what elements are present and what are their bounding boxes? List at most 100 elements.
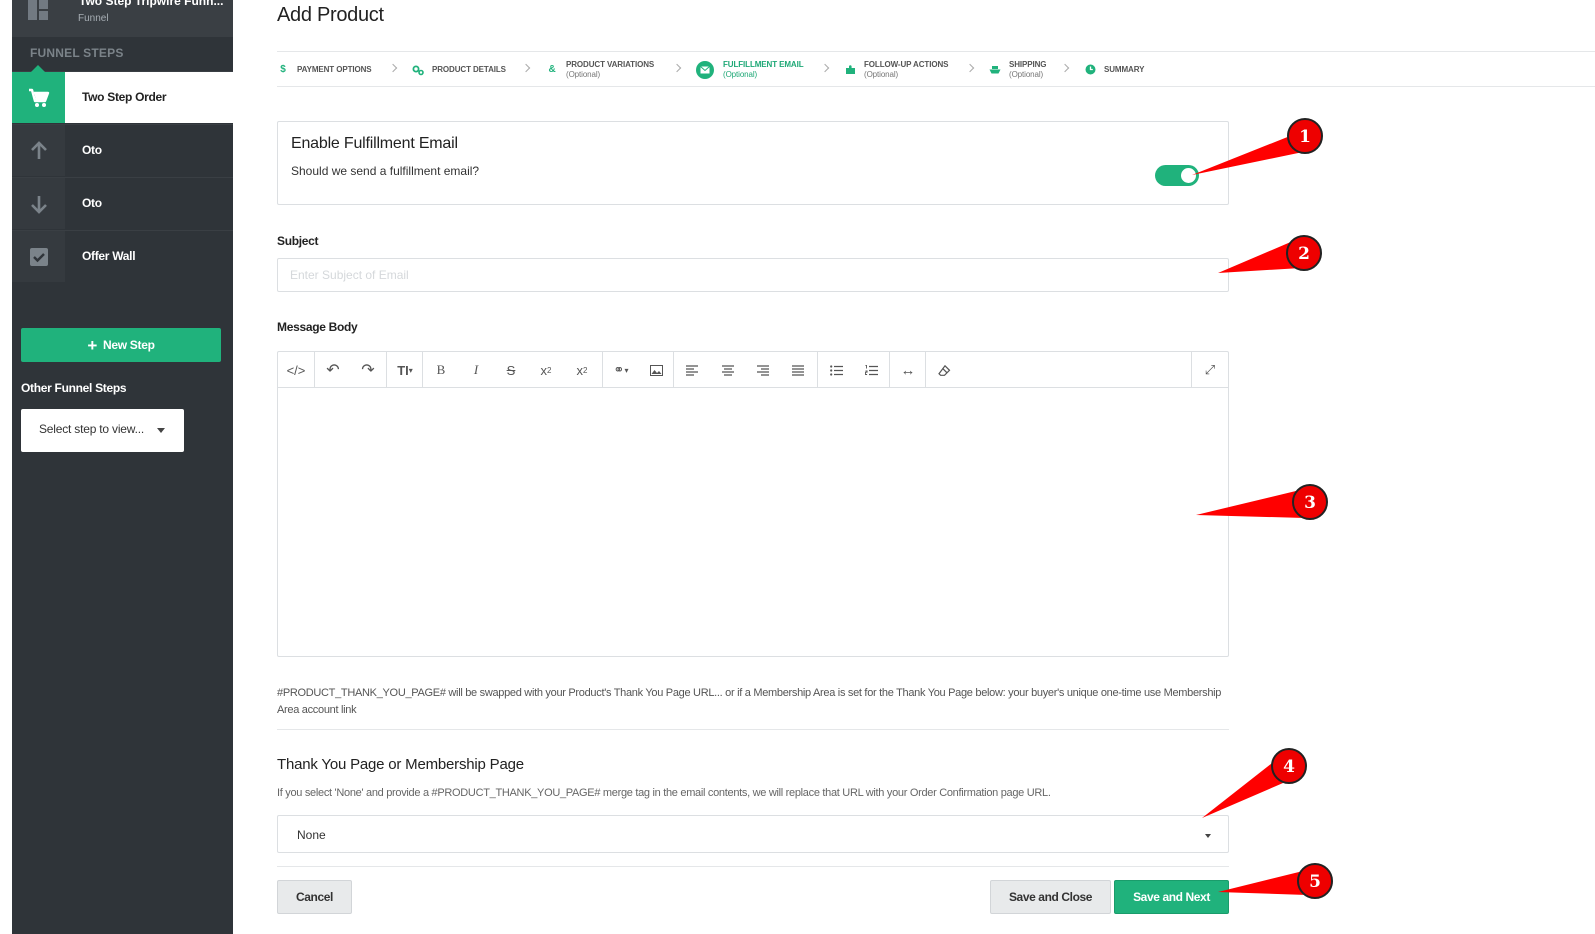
horizontal-rule-icon[interactable]: ↔ <box>890 352 926 388</box>
link-icon[interactable]: ⚭ ▾ <box>603 352 639 388</box>
thank-you-page-selected: None <box>297 828 326 842</box>
funnel-subtitle: Funnel <box>78 13 109 24</box>
annotation-number: 3 <box>1304 493 1316 513</box>
fulfillment-email-toggle[interactable] <box>1155 165 1199 186</box>
clear-format-icon[interactable] <box>926 352 962 388</box>
annotation-number: 4 <box>1283 757 1295 777</box>
annotation-callout-5: 5 <box>1218 863 1333 899</box>
funnel-title: Two Step Tripwire Funn... <box>79 0 224 8</box>
align-right-icon[interactable] <box>745 352 781 388</box>
caret-down-icon <box>1205 834 1211 838</box>
annotation-callout-4: 4 <box>1202 748 1307 818</box>
chevron-right-icon <box>1060 63 1070 73</box>
image-icon[interactable] <box>638 352 674 388</box>
page-title: Add Product <box>277 4 384 26</box>
code-view-icon[interactable]: </> <box>278 352 314 388</box>
wizard-step-summary[interactable]: SUMMARY <box>1084 52 1144 87</box>
envelope-icon <box>696 60 714 79</box>
align-center-icon[interactable] <box>710 352 746 388</box>
save-and-next-button[interactable]: Save and Next <box>1114 880 1229 914</box>
other-funnel-steps-label: Other Funnel Steps <box>21 381 127 395</box>
toggle-knob <box>1181 168 1196 183</box>
wizard-step-label: SHIPPING <box>1009 59 1047 69</box>
toolbar-group <box>674 352 818 388</box>
new-step-button[interactable]: + New Step <box>21 328 221 362</box>
wizard-step-optional: (Optional) <box>723 69 758 79</box>
align-left-icon[interactable] <box>674 352 710 388</box>
wizard-step-shipping[interactable]: SHIPPING (Optional) <box>989 52 1047 87</box>
puzzle-icon <box>844 64 856 76</box>
merge-tag-help-text: #PRODUCT_THANK_YOU_PAGE# will be swapped… <box>277 687 1222 716</box>
wizard-step-optional: (Optional) <box>566 69 601 79</box>
sidebar-step-oto-2[interactable]: Oto <box>12 177 233 229</box>
card-question: Should we send a fulfillment email? <box>291 164 480 178</box>
wizard-step-label: PRODUCT DETAILS <box>432 64 506 74</box>
subject-input[interactable] <box>277 258 1229 292</box>
fullscreen-icon[interactable]: ⤢ <box>1191 352 1228 388</box>
chevron-right-icon <box>521 63 531 73</box>
sidebar-step-label: Two Step Order <box>82 90 167 104</box>
select-step-dropdown[interactable]: Select step to view... <box>21 409 184 452</box>
align-justify-icon[interactable] <box>780 352 816 388</box>
plus-icon: + <box>87 335 97 355</box>
sidebar-step-label: Offer Wall <box>82 249 136 263</box>
italic-icon[interactable]: I <box>458 352 494 388</box>
arrow-up-icon <box>31 141 47 159</box>
step-icon-cell <box>12 231 65 282</box>
caret-down-icon <box>157 428 165 433</box>
sidebar-step-oto-1[interactable]: Oto <box>12 124 233 176</box>
cancel-button[interactable]: Cancel <box>277 880 352 914</box>
sidebar-step-two-step-order[interactable]: Two Step Order <box>12 65 233 123</box>
wizard-step-optional: (Optional) <box>864 69 899 79</box>
undo-icon[interactable]: ↶ <box>315 352 351 388</box>
wizard-steps: $ PAYMENT OPTIONS PRODUCT DETAILS & PROD… <box>277 52 1595 87</box>
subscript-icon[interactable]: x2 <box>564 352 600 388</box>
wizard-step-product-details[interactable]: PRODUCT DETAILS <box>412 52 506 87</box>
subject-label: Subject <box>277 234 319 248</box>
toolbar-group: </> <box>278 352 315 388</box>
wizard-step-payment-options[interactable]: $ PAYMENT OPTIONS <box>277 52 372 87</box>
ship-icon <box>989 64 1001 76</box>
toolbar-group: ↶ ↷ <box>315 352 387 388</box>
thank-you-page-select[interactable]: None <box>277 815 1229 853</box>
toolbar-group: TI ▾ <box>387 352 423 388</box>
superscript-icon[interactable]: x2 <box>528 352 564 388</box>
chevron-right-icon <box>820 63 830 73</box>
divider <box>277 729 1229 730</box>
sidebar: Two Step Tripwire Funn... Funnel FUNNEL … <box>12 0 233 934</box>
toolbar-group: ↔ <box>890 352 926 388</box>
wizard-step-label: FOLLOW-UP ACTIONS <box>864 59 949 69</box>
left-gutter <box>0 0 12 934</box>
wizard-step-label: PAYMENT OPTIONS <box>297 64 372 74</box>
sidebar-step-offer-wall[interactable]: Offer Wall <box>12 230 233 282</box>
toolbar-group: ⚭ ▾ <box>603 352 674 388</box>
message-body-textarea[interactable] <box>278 389 1228 656</box>
message-body-editor: </> ↶ ↷ TI ▾ B I S x2 x2 ⚭ ▾ ↔ ⤢ <box>277 351 1229 657</box>
wizard-step-follow-up-actions[interactable]: FOLLOW-UP ACTIONS (Optional) <box>844 52 948 87</box>
font-size-icon[interactable]: TI ▾ <box>387 352 423 388</box>
cart-icon <box>29 88 50 107</box>
funnel-steps-label: FUNNEL STEPS <box>30 46 124 60</box>
wizard-step-label: PRODUCT VARIATIONS <box>566 59 655 69</box>
wizard-step-product-variations[interactable]: & PRODUCT VARIATIONS (Optional) <box>546 52 654 87</box>
thank-you-page-help: If you select 'None' and provide a #PROD… <box>277 787 1051 799</box>
step-icon-cell <box>12 178 65 229</box>
funnel-header[interactable]: Two Step Tripwire Funn... Funnel <box>12 0 233 37</box>
sidebar-step-label: Oto <box>82 143 102 157</box>
wizard-step-label: FULFILLMENT EMAIL <box>723 59 804 69</box>
step-icon-cell <box>12 125 65 176</box>
dollar-icon: $ <box>280 64 286 75</box>
page-root: Two Step Tripwire Funn... Funnel FUNNEL … <box>0 0 1595 934</box>
redo-icon[interactable]: ↷ <box>350 352 386 388</box>
numbered-list-icon[interactable] <box>853 352 889 388</box>
save-and-close-button[interactable]: Save and Close <box>990 880 1111 914</box>
strikethrough-icon[interactable]: S <box>493 352 529 388</box>
bold-icon[interactable]: B <box>423 352 459 388</box>
annotation-number: 5 <box>1309 872 1321 892</box>
wizard-step-fulfillment-email[interactable]: FULFILLMENT EMAIL (Optional) <box>696 52 804 87</box>
thank-you-page-heading: Thank You Page or Membership Page <box>277 756 524 773</box>
bullet-list-icon[interactable] <box>818 352 854 388</box>
variations-icon: & <box>548 64 556 75</box>
step-icon-cell <box>12 65 65 123</box>
toolbar-group: B I S x2 x2 <box>423 352 603 388</box>
